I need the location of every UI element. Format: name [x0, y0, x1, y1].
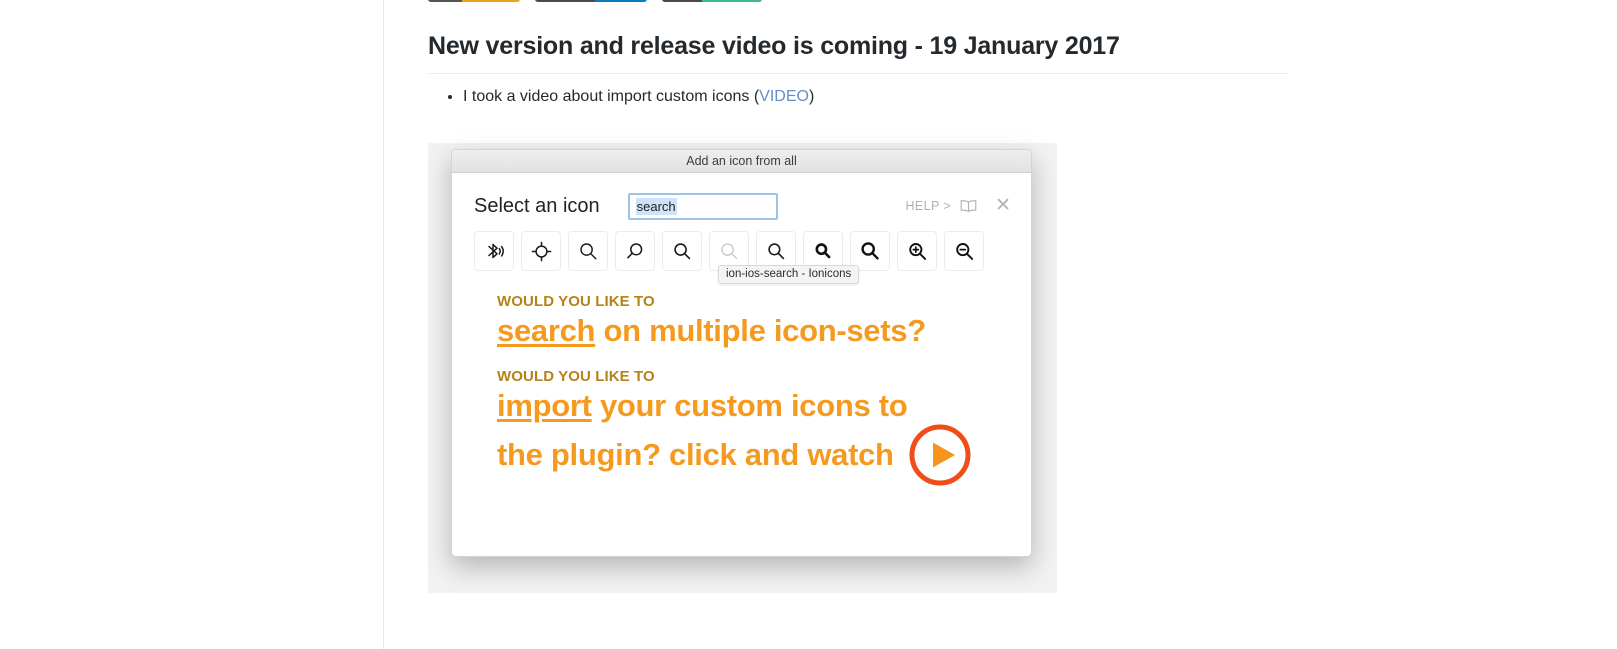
magnify-zoom-out-icon [954, 241, 975, 262]
page-root: New version and release video is coming … [0, 0, 1617, 649]
content-panel-left-border [383, 0, 384, 649]
page-title: New version and release video is coming … [428, 30, 1288, 74]
video-link[interactable]: VIDEO [759, 88, 809, 105]
select-an-icon-label: Select an icon [474, 194, 600, 217]
magnify-bold-small-icon [813, 241, 833, 261]
promo-line-2a: import your custom icons to [497, 387, 1031, 424]
icon-results-row: ion-ios-search - Ionicons [452, 225, 1031, 284]
badge-1[interactable] [428, 0, 520, 2]
magnify-regular-icon [766, 241, 786, 261]
badge-strip [428, 0, 762, 2]
magnify-left-handle-icon [625, 241, 645, 261]
search-input[interactable]: search [627, 192, 778, 220]
promo-rest-1: on multiple icon-sets? [595, 313, 926, 348]
promo-link-import[interactable]: import [497, 388, 592, 423]
section-heading-wrapper: New version and release video is coming … [428, 30, 1288, 74]
bullet-text-suffix: ) [808, 88, 815, 105]
icon-result-magnify-zoom-out[interactable] [944, 231, 984, 271]
play-button[interactable] [908, 423, 972, 487]
magnify-bold-large-icon [859, 240, 881, 262]
icon-tooltip: ion-ios-search - Ionicons [718, 265, 860, 284]
magnify-thin-icon [578, 241, 598, 261]
bluetooth-searching-icon [485, 241, 504, 262]
icon-result-magnify-medium[interactable] [662, 231, 702, 271]
bullet-list: I took a video about import custom icons… [428, 84, 814, 110]
promo-area: WOULD YOU LIKE TO search on multiple ico… [452, 271, 1031, 487]
bullet-text: I took a video about import custom icons… [463, 88, 760, 105]
magnify-zoom-in-icon [907, 241, 928, 262]
icon-result-bluetooth-searching[interactable] [474, 231, 514, 271]
magnify-medium-icon [672, 241, 692, 261]
icon-result-magnify-thin[interactable] [568, 231, 608, 271]
help-link[interactable]: HELP > [905, 199, 951, 213]
promo-line-1: search on multiple icon-sets? [497, 313, 1031, 349]
add-icon-dialog: Add an icon from all Select an icon sear… [451, 149, 1032, 557]
promo-block-search: WOULD YOU LIKE TO search on multiple ico… [497, 293, 1031, 349]
dialog-header: Select an icon search HELP > ✕ [452, 173, 1031, 225]
dialog-titlebar: Add an icon from all [452, 150, 1031, 173]
crosshair-target-icon [531, 241, 552, 262]
icon-result-magnify-zoom-in[interactable] [897, 231, 937, 271]
badge-3[interactable] [662, 0, 762, 2]
search-input-value: search [635, 197, 677, 215]
badge-2[interactable] [535, 0, 647, 2]
close-icon[interactable]: ✕ [995, 196, 1011, 217]
promo-kicker-2: WOULD YOU LIKE TO [497, 367, 655, 385]
promo-block-import: WOULD YOU LIKE TO import your custom ico… [497, 368, 1031, 488]
icon-result-crosshair-target[interactable] [521, 231, 561, 271]
dialog-header-actions: HELP > ✕ [905, 196, 1011, 217]
icon-result-magnify-left-handle[interactable] [615, 231, 655, 271]
promo-link-search[interactable]: search [497, 313, 595, 348]
promo-line-2b: the plugin? click and watch [497, 423, 1031, 487]
promo-line2-text: the plugin? click and watch [497, 437, 894, 473]
book-icon[interactable] [960, 199, 977, 213]
promo-rest-2: your custom icons to [591, 387, 908, 423]
list-item: I took a video about import custom icons… [463, 84, 814, 110]
promo-kicker-1: WOULD YOU LIKE TO [497, 293, 655, 310]
embedded-screenshot: Add an icon from all Select an icon sear… [428, 143, 1057, 593]
magnify-light-gray-icon [719, 241, 739, 261]
